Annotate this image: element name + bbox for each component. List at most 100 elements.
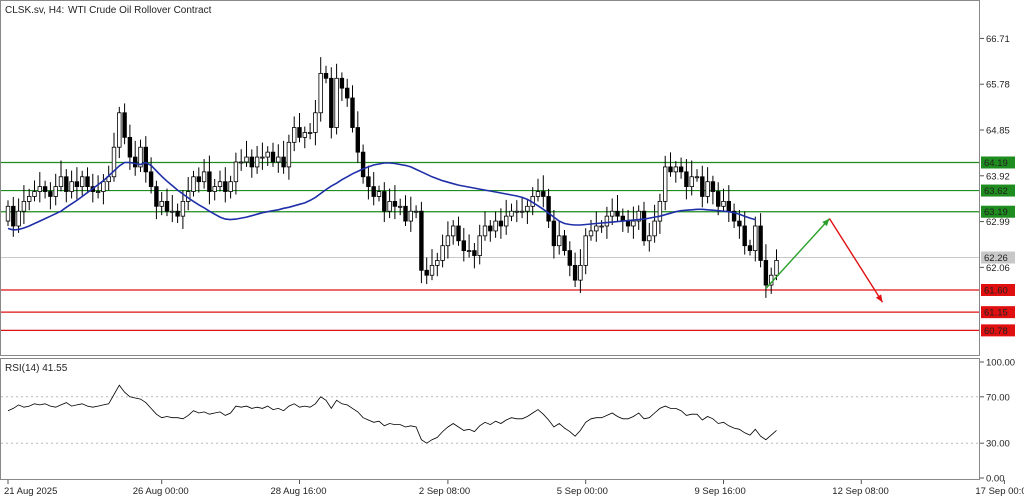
- candle-up: [610, 210, 615, 217]
- candle-up: [53, 186, 58, 197]
- price-tick-label: 63.92: [986, 171, 1010, 182]
- candle-down: [419, 210, 424, 271]
- candle-up: [450, 225, 456, 237]
- candle-up: [578, 264, 583, 281]
- candle-up: [16, 210, 21, 227]
- candle-up: [557, 235, 562, 247]
- candle-down: [148, 171, 154, 188]
- candle-down: [424, 269, 429, 276]
- candle-down: [64, 176, 69, 192]
- candle-down: [625, 220, 631, 227]
- candle-down: [366, 176, 371, 188]
- candle-up: [408, 210, 413, 222]
- candle-down: [403, 205, 408, 222]
- candle-up: [440, 245, 445, 261]
- candle-up: [435, 260, 440, 266]
- candle-up: [774, 260, 779, 276]
- rsi-axis: 100.00 70.00 30.00 0.00: [980, 358, 1015, 485]
- rsi-tick-label: 0.00: [986, 474, 1005, 485]
- time-tick-label: 21 Aug 2025: [4, 486, 57, 497]
- time-tick-label: 28 Aug 16:00: [271, 486, 327, 497]
- candle-up: [117, 112, 122, 148]
- candle-down: [42, 186, 48, 192]
- candle-up: [689, 176, 694, 188]
- candle-up: [694, 176, 700, 179]
- candle-up: [334, 77, 339, 128]
- candle-down: [207, 171, 212, 192]
- candle-down: [249, 156, 254, 168]
- candle-down: [122, 112, 127, 138]
- candle-up: [599, 225, 604, 228]
- candle-up: [503, 215, 509, 227]
- candle-up: [519, 210, 525, 213]
- candle-up: [21, 200, 27, 212]
- price-pane: [0, 0, 980, 356]
- candle-up: [318, 72, 323, 114]
- candle-up: [753, 225, 758, 252]
- current-price-label: 62.26: [984, 253, 1008, 264]
- rsi-tick-label: 30.00: [986, 439, 1010, 450]
- price-tick-label: 62.99: [986, 217, 1010, 228]
- candle-down: [74, 181, 80, 188]
- candle-up: [604, 215, 610, 227]
- candle-down: [270, 151, 276, 163]
- candle-up: [657, 200, 663, 222]
- candle-down: [758, 225, 763, 261]
- candle-up: [509, 210, 514, 217]
- candle-down: [175, 210, 180, 217]
- candle-down: [461, 240, 466, 252]
- candle-up: [413, 210, 419, 213]
- candle-up: [445, 235, 451, 247]
- level-label: 61.60: [984, 286, 1008, 297]
- time-tick-label: 5 Sep 00:00: [557, 486, 608, 497]
- candle-down: [350, 97, 355, 128]
- time-tick-label: 12 Sep 08:00: [832, 486, 889, 497]
- candle-up: [170, 210, 175, 213]
- candle-up: [514, 210, 519, 213]
- candle-up: [32, 191, 37, 197]
- candle-down: [11, 205, 16, 227]
- candle-down: [737, 220, 742, 227]
- candle-up: [180, 200, 186, 217]
- candle-up: [5, 205, 11, 222]
- candle-down: [716, 191, 721, 207]
- candle-up: [26, 196, 32, 202]
- candle-up: [477, 235, 482, 256]
- price-tick-label: 62.06: [986, 263, 1010, 274]
- time-axis: 21 Aug 2025 26 Aug 00:00 28 Aug 16:00 2 Sep…: [4, 480, 1024, 497]
- time-tick-label: 2 Sep 08:00: [419, 486, 470, 497]
- instrument-description: WTI Crude Oil Rollover Contract: [68, 5, 212, 16]
- candle-up: [80, 176, 85, 188]
- candle-up: [201, 171, 207, 183]
- candle-up: [191, 176, 196, 192]
- candle-up: [493, 220, 498, 232]
- candle-down: [329, 77, 334, 128]
- candle-up: [286, 141, 292, 168]
- level-label: 61.15: [984, 308, 1008, 319]
- candle-down: [546, 196, 551, 222]
- time-tick-label: 26 Aug 00:00: [133, 486, 189, 497]
- level-label: 64.19: [984, 158, 1008, 169]
- candle-down: [472, 250, 477, 256]
- candle-down: [541, 191, 546, 197]
- price-axis: 66.71 65.78 64.85 63.92 62.99 62.0662.26 64.19…: [980, 34, 1015, 337]
- candle-down: [323, 72, 329, 79]
- candle-up: [233, 161, 239, 183]
- candle-up: [673, 166, 678, 173]
- candle-down: [615, 210, 620, 217]
- rsi-label: RSI(14) 41.55: [5, 363, 68, 374]
- candle-down: [223, 181, 228, 192]
- rsi-tick-label: 70.00: [986, 392, 1010, 403]
- candle-down: [339, 77, 345, 89]
- candle-down: [684, 171, 689, 188]
- candle-up: [647, 235, 652, 242]
- candle-up: [663, 166, 668, 202]
- candle-up: [429, 264, 435, 276]
- candle-down: [488, 225, 493, 232]
- candle-up: [705, 181, 710, 197]
- candle-up: [69, 181, 74, 192]
- candle-down: [551, 220, 557, 247]
- level-label: 63.62: [984, 186, 1008, 197]
- candle-down: [742, 225, 747, 247]
- candle-up: [95, 191, 101, 193]
